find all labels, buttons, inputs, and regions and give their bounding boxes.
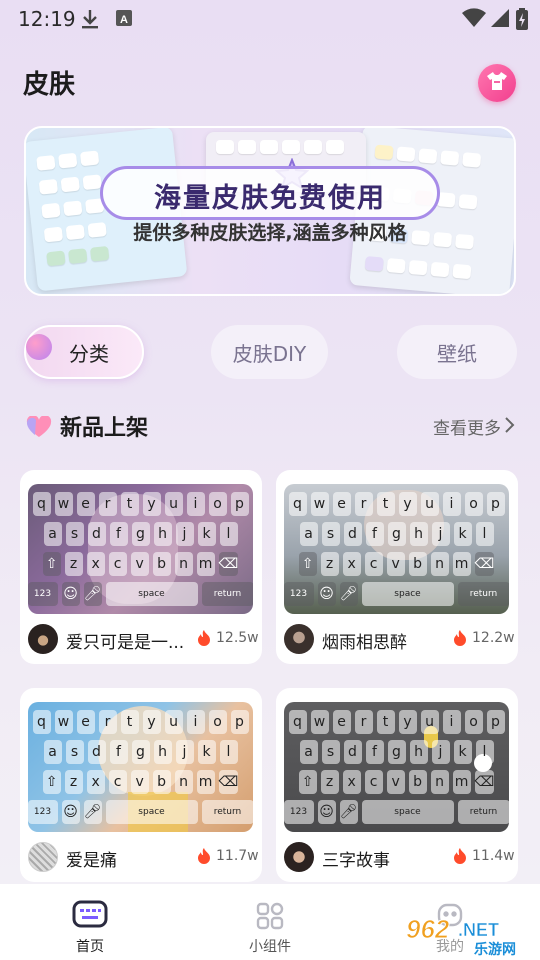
- tab-wallpaper[interactable]: 壁纸: [397, 325, 517, 379]
- tab-label: 分类: [69, 341, 109, 366]
- watermark-logo: 962 .NET 乐游网: [402, 912, 538, 959]
- wifi-icon: [462, 8, 486, 32]
- section-title: 新品上架: [60, 416, 149, 441]
- chevron-right-icon[interactable]: [504, 416, 516, 438]
- tab-decoration-icon: [26, 334, 52, 360]
- signal-icon: [490, 8, 510, 32]
- hot-count: 12.5w: [216, 630, 259, 646]
- fire-icon: [196, 629, 212, 651]
- keyboard-preview: qwertyuiop asdfghjkl ⇧ z x c v b n m ⌫ 123 ☺ 🎤︎ spa…: [284, 702, 509, 832]
- avatar: [284, 842, 314, 872]
- skin-name: 爱只可是是一...: [66, 633, 185, 653]
- keyboard-preview: qwertyuiop asdfghjkl ⇧ z x c v b n m ⌫ 123 ☺ 🎤︎ spa…: [28, 702, 253, 832]
- avatar: [284, 624, 314, 654]
- skin-name: 爱是痛: [66, 851, 117, 871]
- text-a-icon: A: [115, 8, 133, 32]
- tab-skin-diy[interactable]: 皮肤DIY: [211, 325, 328, 379]
- status-bar: 12:19 A: [0, 0, 540, 36]
- download-icon: [80, 8, 100, 34]
- skin-card[interactable]: qwertyuiop asdfghjkl ⇧ z x c v b n m ⌫ 123 ☺ 🎤︎ spa…: [20, 470, 262, 664]
- hot-count: 11.7w: [216, 848, 259, 864]
- tab-label: 壁纸: [437, 341, 477, 366]
- skin-card[interactable]: qwertyuiop asdfghjkl ⇧ z x c v b n m ⌫ 123 ☺ 🎤︎ spa…: [276, 688, 518, 882]
- avatar: [28, 624, 58, 654]
- status-time: 12:19: [18, 7, 76, 31]
- tab-label: 皮肤DIY: [232, 341, 307, 366]
- fire-icon: [452, 629, 468, 651]
- fire-icon: [452, 847, 468, 869]
- svg-text:.NET: .NET: [458, 920, 499, 940]
- page-title: 皮肤: [23, 70, 76, 100]
- hot-count: 11.4w: [472, 848, 515, 864]
- skin-name: 三字故事: [322, 851, 390, 871]
- svg-text:962: 962: [406, 914, 450, 944]
- svg-text:乐游网: 乐游网: [474, 941, 516, 956]
- keyboard-preview: qwertyuiop asdfghjkl ⇧ z x c v b n m ⌫ 123 ☺ 🎤︎ spa…: [28, 484, 253, 614]
- skin-name: 烟雨相思醉: [322, 633, 407, 653]
- skin-card[interactable]: qwertyuiop asdfghjkl ⇧ z x c v b n m ⌫ 123 ☺ 🎤︎ spa…: [20, 688, 262, 882]
- keyboard-icon: [72, 900, 108, 932]
- nav-label: 首页: [76, 939, 104, 955]
- fire-icon: [196, 847, 212, 869]
- skin-card[interactable]: qwertyuiop asdfghjkl ⇧ z x c v b n m ⌫ 123 ☺ 🎤︎ spa…: [276, 470, 518, 664]
- keyboard-preview: qwertyuiop asdfghjkl ⇧ z x c v b n m ⌫ 123 ☺ 🎤︎ spa…: [284, 484, 509, 614]
- banner-subtitle: 提供多种皮肤选择,涵盖多种风格: [133, 222, 407, 244]
- tshirt-icon: [486, 71, 508, 95]
- skin-shop-button[interactable]: [478, 64, 516, 102]
- grid-icon: [256, 902, 284, 934]
- svg-text:A: A: [120, 14, 128, 26]
- heart-icon: [26, 415, 52, 442]
- battery-icon: [516, 8, 528, 34]
- view-more-link[interactable]: 查看更多: [433, 414, 501, 439]
- avatar: [28, 842, 58, 872]
- banner-title: 海量皮肤免费使用: [154, 183, 386, 214]
- nav-label: 小组件: [249, 939, 291, 955]
- hot-count: 12.2w: [472, 630, 515, 646]
